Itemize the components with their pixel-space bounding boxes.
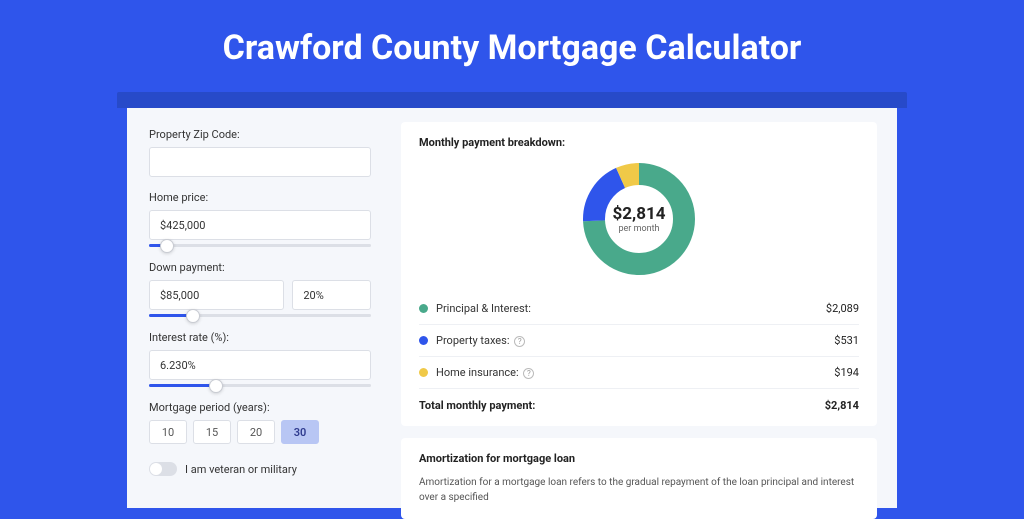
interest-slider[interactable] [149,384,371,387]
slider-thumb[interactable] [209,379,223,393]
legend-label: Property taxes: ? [436,334,525,347]
breakdown-card: Monthly payment breakdown: $2,814 per mo… [401,122,877,426]
zip-block: Property Zip Code: [149,128,371,177]
total-value: $2,814 [825,399,859,412]
down-payment-input[interactable] [149,280,284,310]
total-row: Total monthly payment: $2,814 [419,388,859,412]
slider-fill [149,384,216,387]
legend-dot [419,368,428,377]
zip-input[interactable] [149,147,371,177]
panel-shadow [117,92,907,108]
down-payment-slider[interactable] [149,314,371,317]
page-title: Crawford County Mortgage Calculator [0,0,1024,92]
interest-input[interactable] [149,350,371,380]
home-price-block: Home price: [149,191,371,247]
donut-center: $2,814 per month [579,159,699,279]
down-payment-label: Down payment: [149,261,371,274]
legend-label: Home insurance: ? [436,366,534,379]
donut-chart: $2,814 per month [579,159,699,279]
calculator-panel: Property Zip Code: Home price: Down paym… [127,108,897,508]
help-icon[interactable]: ? [514,336,525,347]
amortization-title: Amortization for mortgage loan [419,452,859,465]
down-payment-block: Down payment: [149,261,371,317]
period-btn-30[interactable]: 30 [281,420,319,444]
breakdown-title: Monthly payment breakdown: [419,136,859,149]
veteran-row: I am veteran or military [149,462,371,476]
period-label: Mortgage period (years): [149,401,371,414]
summary-column: Monthly payment breakdown: $2,814 per mo… [387,108,897,508]
legend-label: Principal & Interest: [436,302,531,315]
amortization-card: Amortization for mortgage loan Amortizat… [401,438,877,519]
home-price-label: Home price: [149,191,371,204]
period-btn-15[interactable]: 15 [193,420,231,444]
legend-dot [419,336,428,345]
legend-value: $531 [834,334,859,347]
donut-amount: $2,814 [613,204,666,224]
legend-row: Principal & Interest: $2,089 [419,293,859,324]
donut-sub: per month [618,224,659,234]
legend-dot [419,304,428,313]
veteran-toggle[interactable] [149,462,177,476]
legend-row: Home insurance: ? $194 [419,356,859,388]
toggle-knob [150,463,162,475]
period-block: Mortgage period (years): 10152030 [149,401,371,444]
slider-thumb[interactable] [160,239,174,253]
form-column: Property Zip Code: Home price: Down paym… [127,108,387,508]
legend-value: $194 [834,366,859,379]
donut-wrap: $2,814 per month [419,159,859,279]
total-label: Total monthly payment: [419,399,535,412]
legend-value: $2,089 [826,302,859,315]
legend-row: Property taxes: ? $531 [419,324,859,356]
home-price-input[interactable] [149,210,371,240]
period-btn-20[interactable]: 20 [237,420,275,444]
help-icon[interactable]: ? [523,368,534,379]
amortization-text: Amortization for a mortgage loan refers … [419,475,859,505]
zip-label: Property Zip Code: [149,128,371,141]
down-payment-pct-input[interactable] [292,280,371,310]
interest-label: Interest rate (%): [149,331,371,344]
home-price-slider[interactable] [149,244,371,247]
veteran-label: I am veteran or military [185,463,297,476]
slider-thumb[interactable] [186,309,200,323]
interest-block: Interest rate (%): [149,331,371,387]
period-btn-10[interactable]: 10 [149,420,187,444]
